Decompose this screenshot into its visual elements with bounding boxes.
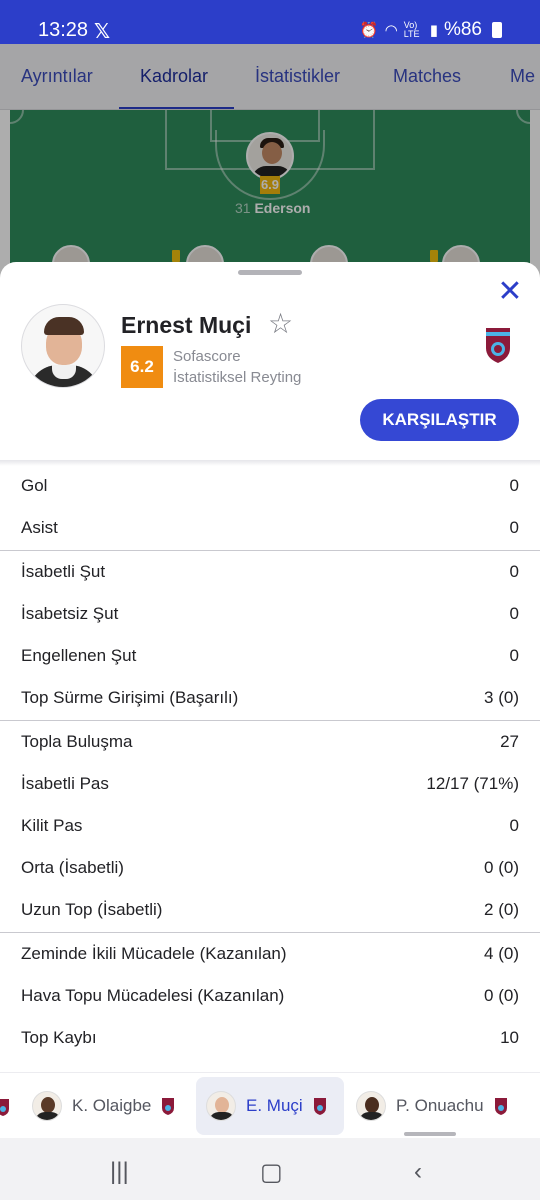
rating-source: Sofascore [173, 348, 241, 365]
switcher-player-name: E. Muçi [246, 1096, 303, 1115]
stat-value: 0 [509, 518, 519, 537]
stat-label: Top Sürme Girişimi (Başarılı) [21, 688, 239, 707]
stat-value: 0 (0) [484, 986, 519, 1005]
switcher-player-muci[interactable]: E. Muçi [196, 1077, 344, 1135]
stat-label: Asist [21, 518, 58, 537]
home-icon[interactable]: ▢ [260, 1158, 283, 1187]
stat-row: İsabetsiz Şut 0 [0, 593, 540, 635]
stat-label: İsabetsiz Şut [21, 604, 119, 623]
stat-row: Asist 0 [0, 507, 540, 549]
player-avatar [206, 1091, 236, 1121]
stat-row: Hava Topu Mücadelesi (Kazanılan) 0 (0) [0, 975, 540, 1017]
network-label: Vo) LTE [403, 20, 420, 39]
player-avatar [356, 1091, 386, 1121]
switcher-player-name: P. Onuachu [396, 1096, 484, 1115]
favorite-star-icon[interactable]: ☆ [268, 310, 293, 338]
stat-row: Topla Buluşma 27 [0, 721, 540, 763]
club-crest-icon [313, 1098, 326, 1115]
stat-value: 2 (0) [484, 900, 519, 919]
player-rating-badge: 6.2 [121, 346, 163, 388]
switcher-player-onuachu[interactable]: P. Onuachu [346, 1077, 518, 1135]
stat-label: Orta (İsabetli) [21, 858, 124, 877]
rating-label: İstatistiksel Reyting [173, 369, 302, 386]
club-crest-icon [0, 1099, 9, 1116]
stat-label: Topla Buluşma [21, 732, 133, 751]
system-icons: ⏰ ◠ Vo) LTE ▮ %86 [360, 19, 502, 41]
stat-label: İsabetli Pas [21, 774, 109, 793]
alarm-icon: ⏰ [359, 22, 379, 39]
stat-row: Zeminde İkili Mücadele (Kazanılan) 4 (0) [0, 933, 540, 975]
switcher-scroll-indicator [404, 1132, 456, 1136]
player-name: Ernest Muçi [121, 312, 252, 338]
player-avatar [32, 1091, 62, 1121]
sheet-drag-handle[interactable] [238, 270, 302, 275]
stat-row: Kilit Pas 0 [0, 805, 540, 847]
wifi-icon: ◠ [384, 22, 398, 39]
stat-label: Hava Topu Mücadelesi (Kazanılan) [21, 986, 285, 1005]
stat-value: 0 [509, 646, 519, 665]
stat-value: 0 (0) [484, 858, 519, 877]
battery-percent: %86 [443, 19, 482, 40]
stat-value: 10 [500, 1028, 519, 1047]
stat-label: Engellenen Şut [21, 646, 137, 665]
stat-label: Uzun Top (İsabetli) [21, 900, 163, 919]
stat-value: 12/17 (71%) [426, 774, 519, 793]
stat-row: Top Kaybı 10 [0, 1017, 540, 1059]
stat-value: 0 [509, 562, 519, 581]
compare-button[interactable]: KARŞILAŞTIR [360, 399, 519, 441]
stat-value: 27 [500, 732, 519, 751]
back-icon[interactable]: ‹ [414, 1158, 422, 1186]
signal-icon: ▮ [429, 22, 438, 39]
recent-apps-icon[interactable]: ||| [110, 1158, 129, 1186]
stat-row: Uzun Top (İsabetli) 2 (0) [0, 889, 540, 931]
status-bar: 13:28 𝕏 ⏰ ◠ Vo) LTE ▮ %86 [0, 0, 540, 44]
status-time: 13:28 [38, 19, 89, 41]
stat-label: Top Kaybı [21, 1028, 97, 1047]
stat-label: İsabetli Şut [21, 562, 106, 581]
stat-label: Zeminde İkili Mücadele (Kazanılan) [21, 944, 287, 963]
stat-row: Top Sürme Girişimi (Başarılı) 3 (0) [0, 677, 540, 719]
stat-label: Gol [21, 476, 48, 495]
battery-icon [492, 22, 502, 38]
player-switcher: K. Olaigbe E. Muçi P. Onuachu [0, 1072, 540, 1138]
stat-row: İsabetli Pas 12/17 (71%) [0, 763, 540, 805]
close-icon[interactable]: ✕ [496, 277, 524, 307]
stat-row: Orta (İsabetli) 0 (0) [0, 847, 540, 889]
stat-value: 3 (0) [484, 688, 519, 707]
player-avatar [21, 304, 105, 388]
modal-backdrop[interactable] [0, 44, 540, 284]
switcher-player-olaigbe[interactable]: K. Olaigbe [22, 1077, 185, 1135]
stat-value: 0 [509, 816, 519, 835]
stat-value: 4 (0) [484, 944, 519, 963]
stat-row: Engellenen Şut 0 [0, 635, 540, 677]
club-crest-icon [486, 328, 510, 363]
stat-row: Gol 0 [0, 465, 540, 507]
switcher-player-name: K. Olaigbe [72, 1096, 152, 1115]
stat-value: 0 [509, 604, 519, 623]
system-nav-bar: ||| ▢ ‹ [0, 1138, 540, 1200]
stat-row: İsabetli Şut 0 [0, 551, 540, 593]
club-crest-icon [162, 1098, 175, 1115]
stat-value: 0 [509, 476, 519, 495]
club-crest-icon [494, 1098, 507, 1115]
x-app-icon: 𝕏 [94, 21, 111, 43]
stat-label: Kilit Pas [21, 816, 83, 835]
